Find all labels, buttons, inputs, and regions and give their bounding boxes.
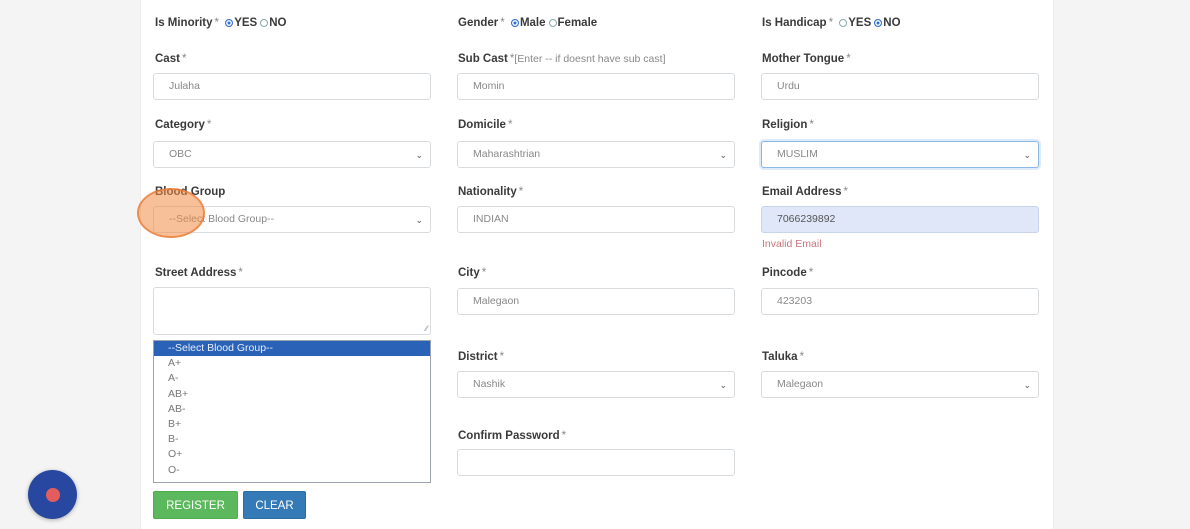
- district-select[interactable]: Nashik ⌄: [457, 371, 735, 398]
- minority-yes-label: YES: [234, 17, 258, 29]
- minority-no-label: NO: [269, 17, 287, 29]
- dropdown-option[interactable]: O+: [154, 447, 430, 462]
- gender-female-radio[interactable]: [548, 19, 557, 27]
- email-label: Email Address *: [762, 186, 848, 198]
- email-error: Invalid Email: [762, 238, 822, 250]
- district-label: District *: [458, 351, 505, 363]
- taluka-select[interactable]: Malegaon ⌄: [761, 371, 1039, 398]
- pincode-label: Pincode *: [762, 267, 814, 279]
- gender-label: Gender: [458, 17, 499, 29]
- minority-yes-radio[interactable]: [225, 19, 234, 27]
- taluka-label: Taluka *: [762, 351, 805, 363]
- cast-label: Cast *: [155, 53, 187, 65]
- category-label: Category *: [155, 119, 212, 131]
- city-input[interactable]: Malegaon: [457, 288, 735, 315]
- mother-tongue-input[interactable]: Urdu: [761, 73, 1039, 100]
- is-minority-label: Is Minority: [155, 17, 213, 29]
- street-address-label: Street Address *: [155, 267, 243, 279]
- religion-label: Religion *: [762, 119, 814, 131]
- is-handicap-label: Is Handicap: [762, 17, 827, 29]
- nationality-label: Nationality *: [458, 186, 524, 198]
- gender-male-radio[interactable]: [510, 19, 519, 27]
- record-dot: [46, 488, 60, 502]
- email-input[interactable]: 7066239892: [761, 206, 1039, 233]
- is-minority-group: Is Minority * YES NO: [155, 17, 287, 29]
- gender-female-label: Female: [557, 17, 598, 29]
- gender-male-label: Male: [519, 17, 546, 29]
- cast-input[interactable]: Julaha: [153, 73, 431, 100]
- chevron-down-icon: ⌄: [415, 150, 423, 160]
- handicap-no-label: NO: [883, 17, 901, 29]
- street-address-textarea[interactable]: ∕∕: [153, 287, 431, 335]
- subcast-input[interactable]: Momin: [457, 73, 735, 100]
- dropdown-option[interactable]: A+: [154, 356, 430, 371]
- handicap-no-radio[interactable]: [874, 19, 883, 27]
- handicap-yes-label: YES: [848, 17, 872, 29]
- religion-select[interactable]: MUSLIM ⌄: [761, 141, 1039, 168]
- chevron-down-icon: ⌄: [415, 215, 423, 225]
- register-button[interactable]: REGISTER: [153, 491, 238, 519]
- chevron-down-icon: ⌄: [1023, 380, 1031, 390]
- dropdown-option[interactable]: --Select Blood Group--: [154, 341, 430, 357]
- clear-button[interactable]: CLEAR: [243, 491, 306, 519]
- nationality-input[interactable]: INDIAN: [457, 206, 735, 233]
- is-handicap-group: Is Handicap * YES NO: [762, 17, 901, 29]
- domicile-label: Domicile *: [458, 119, 513, 131]
- minority-no-radio[interactable]: [260, 19, 269, 27]
- category-select[interactable]: OBC ⌄: [153, 141, 431, 168]
- mother-tongue-label: Mother Tongue *: [762, 53, 851, 65]
- chevron-down-icon: ⌄: [719, 380, 727, 390]
- dropdown-option[interactable]: AB-: [154, 402, 430, 417]
- click-indicator: [137, 188, 205, 238]
- dropdown-option[interactable]: B+: [154, 417, 430, 432]
- dropdown-option[interactable]: A-: [154, 371, 430, 386]
- record-icon[interactable]: [28, 470, 77, 519]
- gender-group: Gender * Male Female: [458, 17, 598, 29]
- dropdown-option[interactable]: AB+: [154, 387, 430, 402]
- resize-grip-icon[interactable]: ∕∕: [425, 324, 428, 333]
- confirm-password-label: Confirm Password *: [458, 430, 567, 442]
- domicile-select[interactable]: Maharashtrian ⌄: [457, 141, 735, 168]
- city-label: City *: [458, 267, 487, 279]
- confirm-password-input[interactable]: [457, 449, 735, 476]
- chevron-down-icon: ⌄: [719, 150, 727, 160]
- dropdown-option[interactable]: O-: [154, 463, 430, 478]
- blood-group-dropdown-list[interactable]: --Select Blood Group-- A+ A- AB+ AB- B+ …: [153, 340, 431, 483]
- handicap-yes-radio[interactable]: [839, 19, 848, 27]
- pincode-input[interactable]: 423203: [761, 288, 1039, 315]
- dropdown-option[interactable]: B-: [154, 432, 430, 447]
- chevron-down-icon: ⌄: [1023, 150, 1031, 160]
- subcast-label: Sub Cast *[Enter -- if doesnt have sub ca…: [458, 53, 666, 65]
